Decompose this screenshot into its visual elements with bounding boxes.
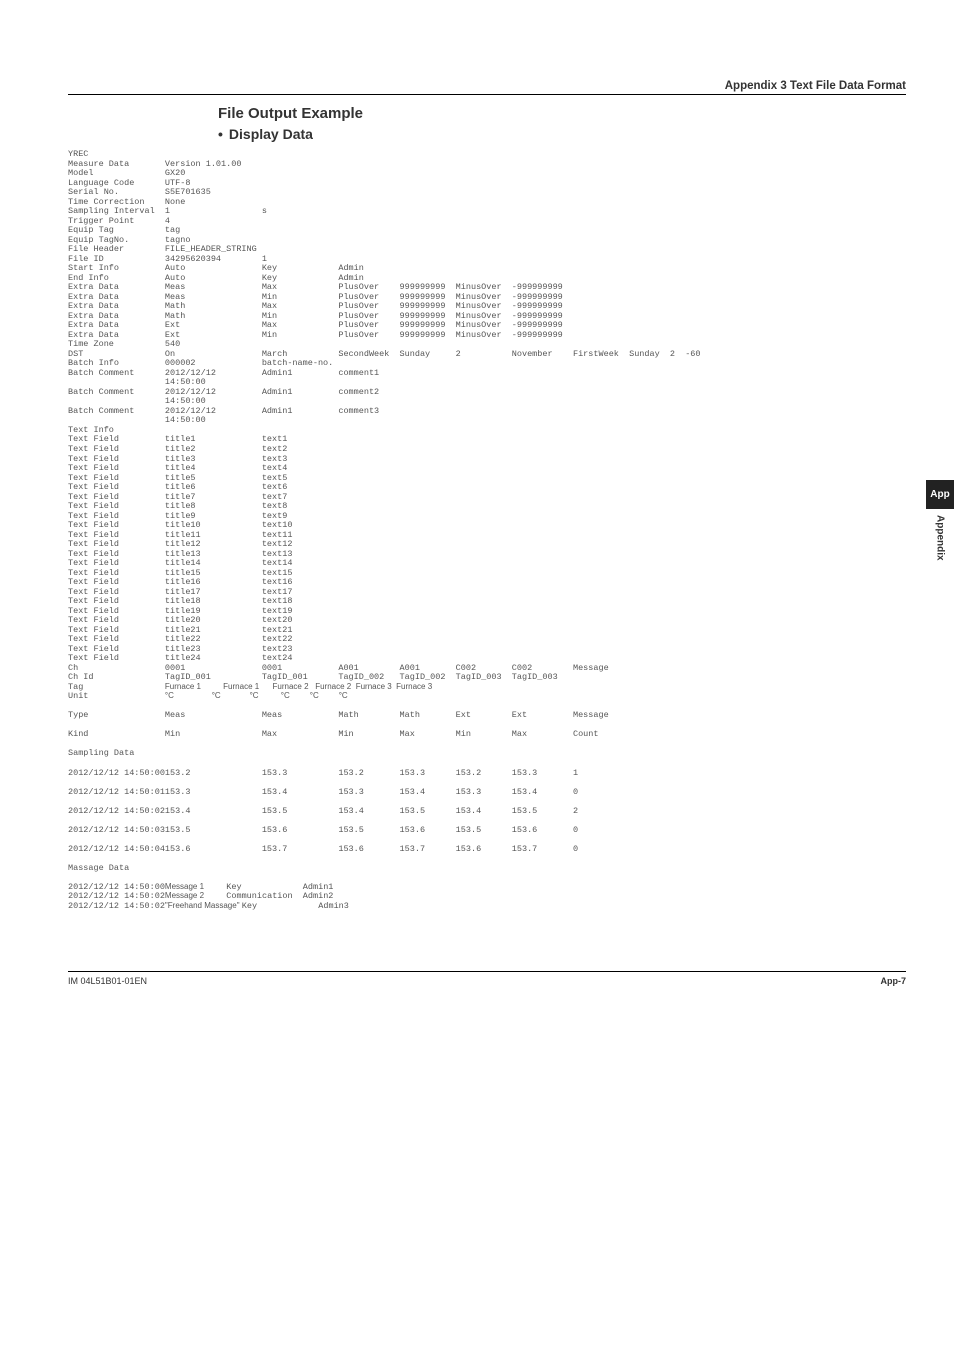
page-footer: IM 04L51B01-01EN App-7 [68, 971, 906, 986]
file-data-block: YREC Measure Data Version 1.01.00 Model … [68, 150, 906, 911]
appendix-header: Appendix 3 Text File Data Format [68, 80, 906, 95]
side-tab: App Appendix [926, 480, 954, 563]
side-tab-long: Appendix [935, 509, 946, 561]
subtitle-text: Display Data [229, 126, 313, 142]
footer-right: App-7 [881, 976, 907, 986]
section-title: File Output Example [218, 105, 906, 122]
side-tab-short: App [926, 480, 954, 509]
footer-left: IM 04L51B01-01EN [68, 976, 147, 986]
bullet-icon: • [218, 126, 223, 142]
section-subtitle: • Display Data [218, 126, 906, 142]
